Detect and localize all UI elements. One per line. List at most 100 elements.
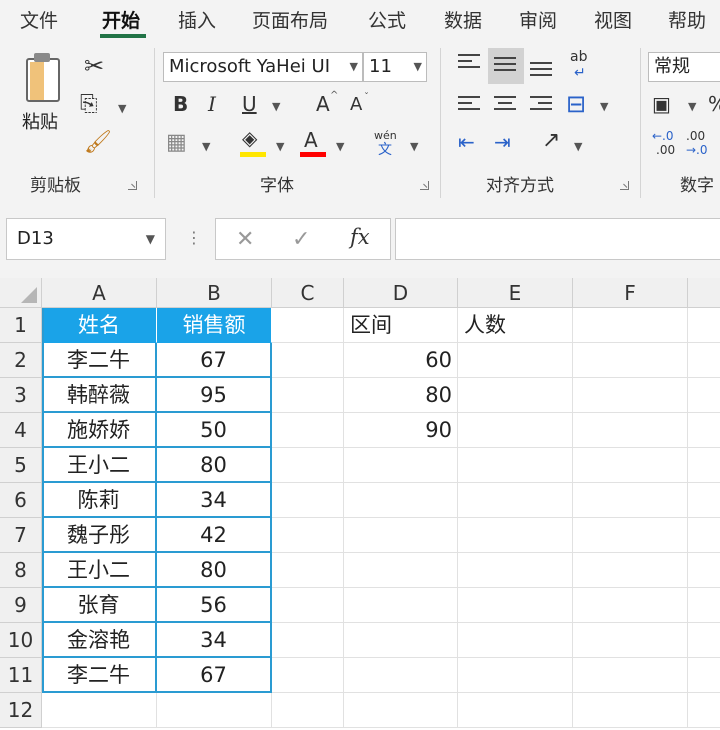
row-header-5[interactable]: 5 (0, 448, 42, 483)
column-header-a[interactable]: A (42, 278, 157, 308)
column-header-g[interactable] (688, 278, 720, 308)
more-options-icon[interactable]: ⋮ (186, 228, 202, 247)
cell-g1[interactable] (688, 308, 720, 343)
cell-c2[interactable] (272, 343, 344, 378)
align-right-icon[interactable] (530, 96, 552, 116)
cell-b4[interactable]: 50 (157, 413, 272, 448)
cell-g4[interactable] (688, 413, 720, 448)
cell-f8[interactable] (573, 553, 688, 588)
cell-b3[interactable]: 95 (157, 378, 272, 413)
cell-c11[interactable] (272, 658, 344, 693)
cell-f6[interactable] (573, 483, 688, 518)
cell-b1[interactable]: 销售额 (157, 308, 272, 343)
name-box[interactable]: D13 ▼ (6, 218, 166, 260)
cell-c3[interactable] (272, 378, 344, 413)
shrink-font-button[interactable]: A (350, 96, 362, 114)
row-header-9[interactable]: 9 (0, 588, 42, 623)
increase-decimal-icon[interactable]: ←.0 (652, 130, 674, 142)
cell-c10[interactable] (272, 623, 344, 658)
cell-e8[interactable] (458, 553, 573, 588)
cell-f9[interactable] (573, 588, 688, 623)
cell-b10[interactable]: 34 (157, 623, 272, 658)
bold-button[interactable]: B (173, 94, 188, 114)
font-color-button[interactable]: A (304, 130, 318, 150)
cell-b12[interactable] (157, 693, 272, 728)
cell-e4[interactable] (458, 413, 573, 448)
cell-e1[interactable]: 人数 (458, 308, 573, 343)
cell-f5[interactable] (573, 448, 688, 483)
cell-a8[interactable]: 王小二 (42, 553, 157, 588)
cancel-icon[interactable]: ✕ (236, 227, 254, 252)
cell-d7[interactable] (344, 518, 458, 553)
column-header-e[interactable]: E (458, 278, 573, 308)
paste-button[interactable]: 粘贴 (18, 48, 74, 148)
tab-review[interactable]: 审阅 (519, 6, 557, 33)
top-align-icon[interactable] (458, 54, 480, 74)
cell-c4[interactable] (272, 413, 344, 448)
cell-c12[interactable] (272, 693, 344, 728)
accounting-dropdown-icon[interactable]: ▼ (688, 100, 696, 113)
cell-e7[interactable] (458, 518, 573, 553)
cell-d9[interactable] (344, 588, 458, 623)
clipboard-launcher-icon[interactable] (128, 181, 137, 190)
cell-f10[interactable] (573, 623, 688, 658)
orientation-dropdown-icon[interactable]: ▼ (574, 140, 582, 153)
copy-icon[interactable]: ⎘ (80, 94, 98, 116)
row-header-3[interactable]: 3 (0, 378, 42, 413)
cell-b8[interactable]: 80 (157, 553, 272, 588)
cell-d2[interactable]: 60 (344, 343, 458, 378)
cut-icon[interactable]: ✂ (84, 54, 104, 78)
accounting-format-icon[interactable]: ▣ (652, 94, 671, 114)
column-header-b[interactable]: B (157, 278, 272, 308)
cell-e9[interactable] (458, 588, 573, 623)
cell-b2[interactable]: 67 (157, 343, 272, 378)
cell-e11[interactable] (458, 658, 573, 693)
select-all-button[interactable] (0, 278, 42, 308)
cell-b9[interactable]: 56 (157, 588, 272, 623)
alignment-launcher-icon[interactable] (620, 181, 629, 190)
cell-d1[interactable]: 区间 (344, 308, 458, 343)
cell-a7[interactable]: 魏子彤 (42, 518, 157, 553)
row-header-4[interactable]: 4 (0, 413, 42, 448)
cell-e12[interactable] (458, 693, 573, 728)
cell-d5[interactable] (344, 448, 458, 483)
enter-icon[interactable]: ✓ (292, 227, 310, 252)
cell-a1[interactable]: 姓名 (42, 308, 157, 343)
orientation-icon[interactable]: ↗ (542, 130, 560, 152)
cell-g9[interactable] (688, 588, 720, 623)
cell-g12[interactable] (688, 693, 720, 728)
cell-d12[interactable] (344, 693, 458, 728)
row-header-7[interactable]: 7 (0, 518, 42, 553)
cell-c9[interactable] (272, 588, 344, 623)
cell-e2[interactable] (458, 343, 573, 378)
cell-e3[interactable] (458, 378, 573, 413)
column-header-d[interactable]: D (344, 278, 458, 308)
cell-f3[interactable] (573, 378, 688, 413)
cell-f1[interactable] (573, 308, 688, 343)
underline-dropdown-icon[interactable]: ▼ (272, 100, 280, 113)
decrease-indent-icon[interactable]: ⇤ (458, 132, 475, 152)
cell-g7[interactable] (688, 518, 720, 553)
insert-function-icon[interactable]: fx (350, 225, 370, 249)
decrease-decimal-icon[interactable]: .00 (686, 130, 705, 142)
cell-e5[interactable] (458, 448, 573, 483)
cell-d10[interactable] (344, 623, 458, 658)
cell-d8[interactable] (344, 553, 458, 588)
row-header-11[interactable]: 11 (0, 658, 42, 693)
row-header-6[interactable]: 6 (0, 483, 42, 518)
cell-a4[interactable]: 施娇娇 (42, 413, 157, 448)
row-header-8[interactable]: 8 (0, 553, 42, 588)
tab-insert[interactable]: 插入 (178, 6, 216, 33)
cell-e10[interactable] (458, 623, 573, 658)
column-header-f[interactable]: F (573, 278, 688, 308)
cell-g5[interactable] (688, 448, 720, 483)
cell-f11[interactable] (573, 658, 688, 693)
font-name-select[interactable]: Microsoft YaHei UI ▼ (163, 52, 363, 82)
bottom-align-icon[interactable] (530, 62, 552, 82)
cell-c8[interactable] (272, 553, 344, 588)
cell-a5[interactable]: 王小二 (42, 448, 157, 483)
cell-b5[interactable]: 80 (157, 448, 272, 483)
cell-b7[interactable]: 42 (157, 518, 272, 553)
cell-f2[interactable] (573, 343, 688, 378)
tab-formulas[interactable]: 公式 (368, 6, 406, 33)
